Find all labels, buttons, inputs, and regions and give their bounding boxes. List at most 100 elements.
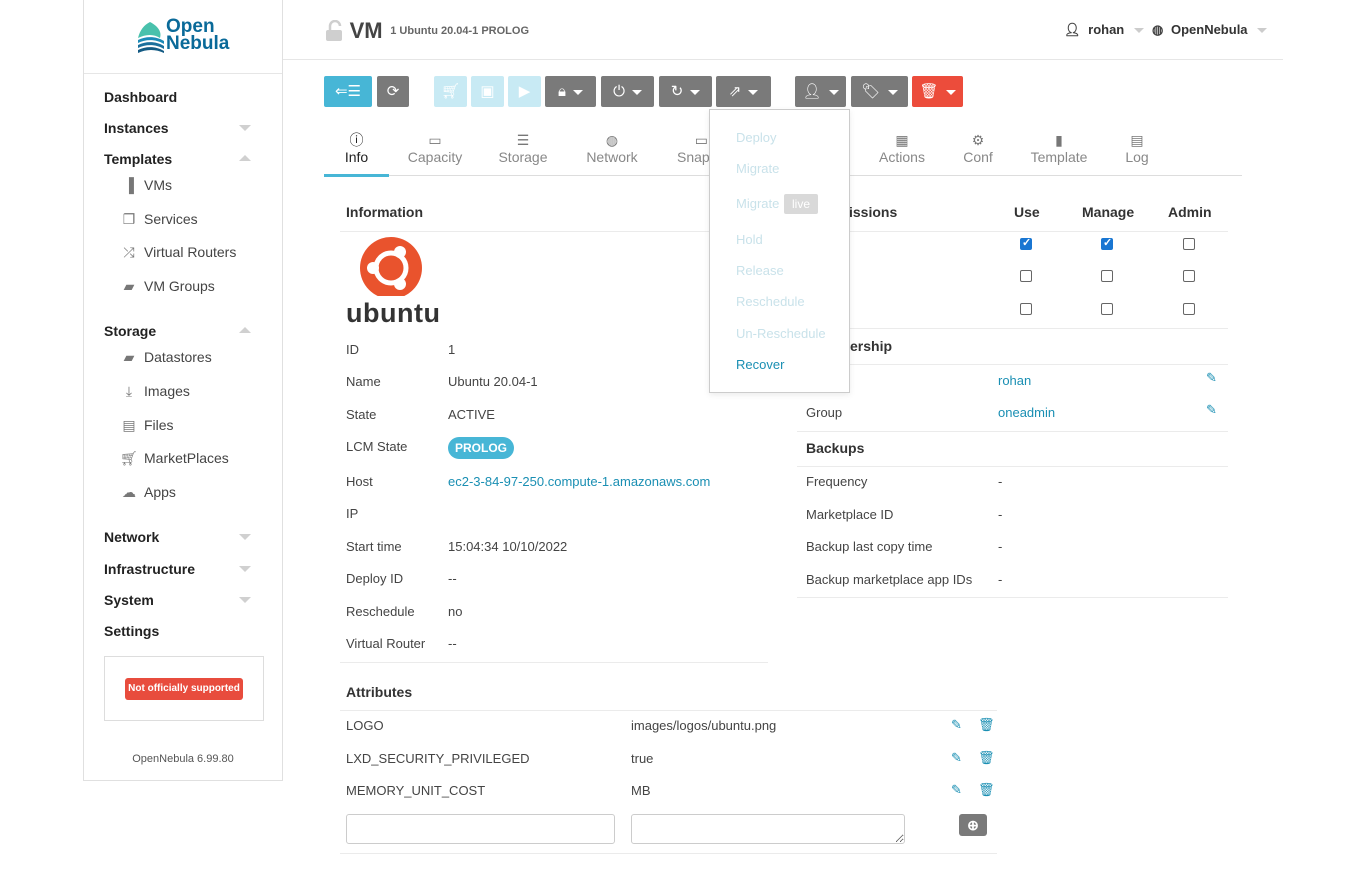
permission-owner-admin-checkbox[interactable] <box>1183 238 1195 250</box>
menu-item-release[interactable]: Release <box>736 263 784 278</box>
backups-title: Backups <box>806 440 865 456</box>
menu-item-migrate[interactable]: Migrate <box>736 161 779 176</box>
cart-button[interactable]: 🛒︎ <box>434 76 467 107</box>
attribute-key: LXD_SECURITY_PRIVILEGED <box>346 751 530 766</box>
user-menu[interactable]: 👤︎ rohan <box>1064 22 1144 38</box>
reboot-menu-button[interactable]: ↻ <box>659 76 712 107</box>
unsupported-badge[interactable]: Not officially supported <box>125 678 243 700</box>
sidebar-item-network[interactable]: Network <box>104 529 159 545</box>
labels-button[interactable]: 🏷︎ <box>851 76 908 107</box>
tab-conf[interactable]: ⚙ Conf <box>955 131 1001 165</box>
backup-label-app-ids: Backup marketplace app IDs <box>806 572 973 587</box>
save-icon: ▣ <box>480 83 495 100</box>
permission-other-use-checkbox[interactable] <box>1020 303 1032 315</box>
add-attribute-button[interactable]: ⊕ <box>959 814 987 836</box>
info-label-ip: IP <box>346 506 359 521</box>
refresh-button[interactable]: ⟳ <box>377 76 409 107</box>
tab-template[interactable]: ▮ Template <box>1025 131 1093 165</box>
chevron-down-icon <box>828 89 839 95</box>
menu-item-deploy[interactable]: Deploy <box>736 130 776 145</box>
menu-item-recover[interactable]: Recover <box>736 357 784 372</box>
back-to-list-button[interactable]: ⇐☰ <box>324 76 372 107</box>
owner-link[interactable]: rohan <box>998 373 1031 388</box>
permission-other-manage-checkbox[interactable] <box>1101 303 1113 315</box>
attribute-value: images/logos/ubuntu.png <box>631 718 777 733</box>
sidebar-item-marketplaces[interactable]: 🛒︎ MarketPlaces <box>120 450 229 467</box>
new-attribute-key-input[interactable] <box>346 814 615 844</box>
permission-group-use-checkbox[interactable] <box>1020 270 1032 282</box>
permission-owner-use-checkbox[interactable] <box>1020 236 1032 250</box>
new-attribute-value-input[interactable] <box>631 814 905 844</box>
trash-icon[interactable]: 🗑︎ <box>978 751 995 765</box>
user-icon: 👤︎ <box>802 83 822 100</box>
chevron-up-icon[interactable] <box>239 327 251 333</box>
support-notice-box: Not officially supported <box>104 656 264 721</box>
sidebar-item-virtual-routers[interactable]: ⤮ Virtual Routers <box>120 244 236 261</box>
permissions-header-admin: Admin <box>1168 204 1212 220</box>
permission-other-admin-checkbox[interactable] <box>1183 303 1195 315</box>
menu-item-reschedule[interactable]: Reschedule <box>736 294 805 309</box>
information-title: Information <box>346 204 423 220</box>
opennebula-logo[interactable]: Open Nebula <box>136 17 236 58</box>
chevron-down-icon[interactable] <box>239 566 251 572</box>
group-link[interactable]: oneadmin <box>998 405 1055 420</box>
sidebar-item-apps[interactable]: ☁ Apps <box>120 484 176 501</box>
sidebar-item-datastores[interactable]: ▰ Datastores <box>120 349 212 366</box>
chevron-down-icon <box>1257 28 1268 34</box>
tags-icon: 🏷︎ <box>861 83 881 100</box>
sidebar-item-storage[interactable]: Storage <box>104 323 156 339</box>
live-badge: live <box>784 194 818 214</box>
sidebar-item-settings[interactable]: Settings <box>104 623 159 639</box>
sidebar-item-instances[interactable]: Instances <box>104 120 169 136</box>
edit-icon[interactable]: ✎ <box>1206 403 1220 417</box>
permission-owner-manage-checkbox[interactable] <box>1101 236 1113 250</box>
tab-info[interactable]: ⓘ Info <box>324 131 389 165</box>
actions-menu-button[interactable]: ⇗ <box>716 76 771 107</box>
menu-item-hold[interactable]: Hold <box>736 232 763 247</box>
trash-icon[interactable]: 🗑︎ <box>978 718 995 732</box>
info-value-id: 1 <box>448 342 456 357</box>
save-button[interactable]: ▣ <box>471 76 504 107</box>
zone-menu[interactable]: ◍ OpenNebula <box>1152 22 1268 38</box>
menu-item-unreschedule[interactable]: Un-Reschedule <box>736 326 826 341</box>
delete-menu-button[interactable]: 🗑︎ <box>912 76 963 107</box>
chevron-down-icon[interactable] <box>239 534 251 540</box>
chevron-down-icon[interactable] <box>239 125 251 131</box>
cloud-download-icon: ☁ <box>122 484 136 500</box>
tab-log[interactable]: ▤ Log <box>1118 131 1156 165</box>
sidebar-item-label: Images <box>144 383 190 399</box>
sidebar-item-dashboard[interactable]: Dashboard <box>104 89 177 105</box>
sidebar-item-vms[interactable]: ▐ VMs <box>120 177 172 193</box>
user-actions-button[interactable]: 👤︎ <box>795 76 846 107</box>
edit-icon[interactable]: ✎ <box>951 783 965 797</box>
tab-storage[interactable]: ☰ Storage <box>490 131 556 165</box>
sidebar-item-templates[interactable]: Templates <box>104 151 172 167</box>
lock-menu-button[interactable]: 🔒︎ <box>545 76 596 107</box>
edit-icon[interactable]: ✎ <box>1206 371 1220 385</box>
tab-network[interactable]: ◍ Network <box>578 131 646 165</box>
tab-capacity[interactable]: ▭ Capacity <box>400 131 470 165</box>
play-button[interactable]: ▶ <box>508 76 541 107</box>
power-menu-button[interactable]: ⏻ <box>601 76 654 107</box>
sidebar-item-system[interactable]: System <box>104 592 154 608</box>
permission-group-manage-checkbox[interactable] <box>1101 270 1113 282</box>
chevron-down-icon[interactable] <box>239 597 251 603</box>
chevron-down-icon <box>887 89 898 95</box>
sidebar-item-services[interactable]: ❐ Services <box>120 211 198 228</box>
unlock-icon[interactable] <box>324 20 346 42</box>
sidebar-item-vm-groups[interactable]: ▰ VM Groups <box>120 278 215 295</box>
info-value-state: ACTIVE <box>448 407 495 422</box>
edit-icon[interactable]: ✎ <box>951 718 965 732</box>
trash-icon[interactable]: 🗑︎ <box>978 783 995 797</box>
sidebar-item-infrastructure[interactable]: Infrastructure <box>104 561 195 577</box>
chevron-down-icon <box>748 89 759 95</box>
tab-actions[interactable]: ▦ Actions <box>874 131 930 165</box>
sidebar-item-files[interactable]: ▤ Files <box>120 417 173 434</box>
menu-item-migrate-live[interactable]: Migrate <box>736 196 779 211</box>
chevron-up-icon[interactable] <box>239 155 251 161</box>
edit-icon[interactable]: ✎ <box>951 751 965 765</box>
info-label-reschedule: Reschedule <box>346 604 415 619</box>
host-link[interactable]: ec2-3-84-97-250.compute-1.amazonaws.com <box>448 474 710 489</box>
permission-group-admin-checkbox[interactable] <box>1183 270 1195 282</box>
sidebar-item-images[interactable]: ⤓ Images <box>120 383 190 400</box>
